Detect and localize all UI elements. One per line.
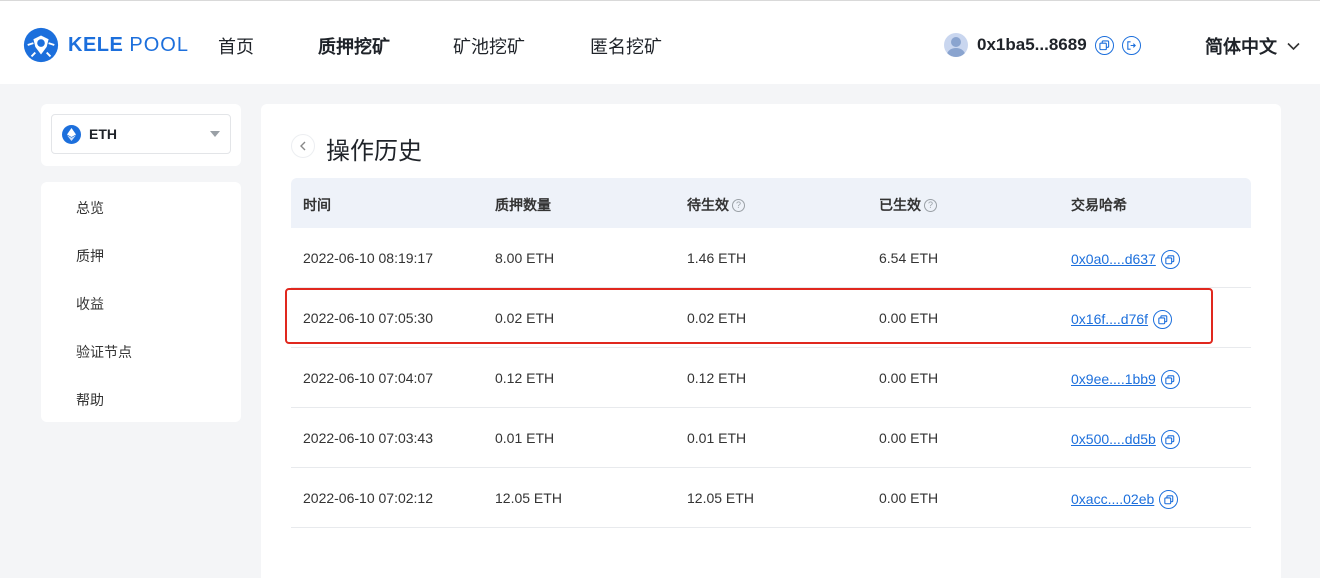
wallet-address: 0x1ba5...8689 [977,35,1087,54]
sidebar-menu: 总览 质押 收益 验证节点 帮助 [41,182,241,422]
table-header: 时间 质押数量 待生效? 已生效? 交易哈希 [291,178,1251,228]
nav-home[interactable]: 首页 [218,33,254,59]
copy-icon[interactable] [1094,35,1114,55]
logo-mark-icon [23,27,59,63]
cell-tx-hash: 0x0a0....d637 [1071,249,1180,269]
asset-select[interactable]: ETH [51,114,231,154]
table-row: 2022-06-10 08:19:17 8.00 ETH 1.46 ETH 6.… [291,228,1251,288]
table-row: 2022-06-10 07:03:43 0.01 ETH 0.01 ETH 0.… [291,408,1251,468]
cell-tx-hash: 0x16f....d76f [1071,309,1173,329]
nav-anonymous-mining[interactable]: 匿名挖矿 [590,33,662,59]
cell-pending: 0.12 ETH [687,370,747,386]
nav-pool-mining[interactable]: 矿池挖矿 [453,33,525,59]
sidebar-item-overview[interactable]: 总览 [76,198,104,218]
cell-pending: 12.05 ETH [687,490,754,506]
copy-icon[interactable] [1153,310,1173,329]
cell-pending: 0.02 ETH [687,310,747,326]
cell-time: 2022-06-10 07:04:07 [303,370,433,386]
main-panel: 操作历史 时间 质押数量 待生效? 已生效? 交易哈希 2022-06-10 0… [261,104,1281,578]
cell-pending: 0.01 ETH [687,430,747,446]
column-header-time: 时间 [303,197,331,213]
cell-pending: 1.46 ETH [687,250,747,266]
tx-hash-link[interactable]: 0x9ee....1bb9 [1071,371,1156,387]
kele-pool-logo[interactable]: KELE POOL [22,27,189,63]
copy-icon[interactable] [1160,250,1180,269]
tx-hash-link[interactable]: 0x16f....d76f [1071,311,1148,327]
asset-select-value: ETH [89,126,117,142]
logout-icon[interactable] [1121,35,1141,55]
top-header: KELE POOL 首页 质押挖矿 矿池挖矿 匿名挖矿 0x1ba5...868… [0,0,1320,84]
copy-icon[interactable] [1159,490,1179,509]
cell-active: 0.00 ETH [879,310,939,326]
history-table: 时间 质押数量 待生效? 已生效? 交易哈希 2022-06-10 08:19:… [291,178,1251,528]
copy-icon[interactable] [1160,430,1180,449]
language-label: 简体中文 [1205,37,1277,57]
copy-icon[interactable] [1160,370,1180,389]
cell-tx-hash: 0x500....dd5b [1071,429,1180,449]
chevron-left-icon [300,141,306,151]
cell-active: 0.00 ETH [879,370,939,386]
tx-hash-link[interactable]: 0x500....dd5b [1071,431,1156,447]
column-header-tx-hash: 交易哈希 [1071,197,1127,213]
asset-card: ETH [41,104,241,166]
chevron-down-icon [1287,42,1300,50]
nav-staking-mining[interactable]: 质押挖矿 [318,33,390,59]
sidebar-item-rewards[interactable]: 收益 [76,294,104,314]
column-header-pending: 待生效? [687,195,745,215]
language-selector[interactable]: 简体中文 [1205,33,1300,59]
sidebar-item-validators[interactable]: 验证节点 [76,342,132,362]
table-row: 2022-06-10 07:02:12 12.05 ETH 12.05 ETH … [291,468,1251,528]
cell-active: 0.00 ETH [879,490,939,506]
cell-amount: 12.05 ETH [495,490,562,506]
table-row: 2022-06-10 07:05:30 0.02 ETH 0.02 ETH 0.… [291,288,1251,348]
cell-amount: 0.12 ETH [495,370,555,386]
cell-amount: 8.00 ETH [495,250,555,266]
caret-down-icon [210,131,220,137]
cell-amount: 0.02 ETH [495,310,555,326]
tx-hash-link[interactable]: 0x0a0....d637 [1071,251,1156,267]
avatar [944,33,968,57]
sidebar-item-help[interactable]: 帮助 [76,390,104,410]
page-title: 操作历史 [326,138,422,165]
column-header-amount: 质押数量 [495,197,551,213]
tx-hash-link[interactable]: 0xacc....02eb [1071,491,1154,507]
cell-active: 0.00 ETH [879,430,939,446]
table-row: 2022-06-10 07:04:07 0.12 ETH 0.12 ETH 0.… [291,348,1251,408]
cell-amount: 0.01 ETH [495,430,555,446]
sidebar-item-staking[interactable]: 质押 [76,246,104,266]
help-icon[interactable]: ? [732,198,745,212]
help-icon[interactable]: ? [924,198,937,212]
column-header-active: 已生效? [879,195,937,215]
cell-time: 2022-06-10 07:05:30 [303,310,433,326]
ethereum-icon [62,124,81,144]
logo-text: KELE POOL [68,33,189,56]
cell-active: 6.54 ETH [879,250,939,266]
cell-tx-hash: 0xacc....02eb [1071,489,1179,509]
cell-time: 2022-06-10 07:02:12 [303,490,433,506]
wallet-info: 0x1ba5...8689 [944,33,1141,57]
cell-time: 2022-06-10 08:19:17 [303,250,433,266]
cell-time: 2022-06-10 07:03:43 [303,430,433,446]
cell-tx-hash: 0x9ee....1bb9 [1071,369,1180,389]
back-button[interactable] [291,134,315,158]
